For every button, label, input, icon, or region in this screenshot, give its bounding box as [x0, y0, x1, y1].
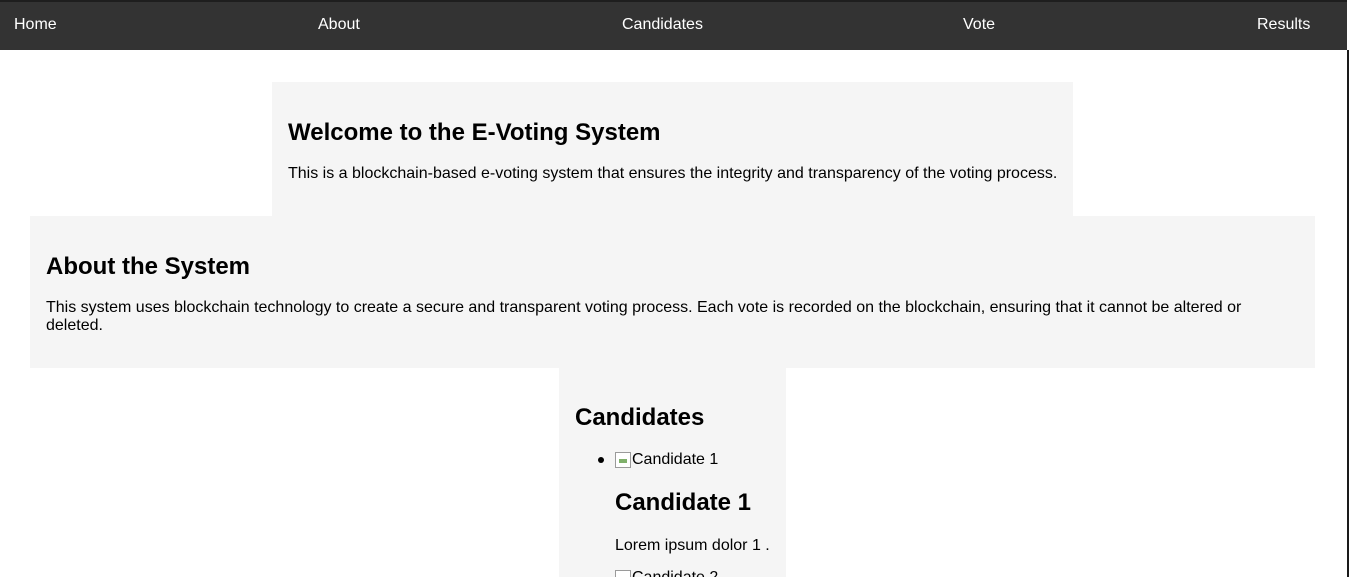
nav-candidates-link[interactable]: Candidates: [622, 16, 703, 34]
nav-vote-link[interactable]: Vote: [963, 16, 995, 34]
list-bullet: [598, 457, 604, 463]
candidate-1-name: Candidate 1: [615, 489, 752, 516]
broken-image-icon: [615, 452, 631, 468]
broken-image-icon: [615, 570, 631, 577]
candidate-1-image-alt: Candidate 1: [632, 451, 719, 468]
welcome-text: This is a blockchain-based e-voting syst…: [288, 165, 1058, 182]
candidate-2-image-alt: Candidate 2: [632, 569, 718, 577]
nav-home-link[interactable]: Home: [14, 16, 57, 34]
about-text: This system uses blockchain technology t…: [46, 299, 1242, 334]
about-section: About the System This system uses blockc…: [30, 216, 1315, 368]
candidates-section: Candidates Candidate 1 Candidate 1 Lorem…: [559, 368, 786, 577]
welcome-section: Welcome to the E-Voting System This is a…: [272, 82, 1073, 216]
candidate-1-description: Lorem ipsum dolor 1 .: [615, 537, 770, 554]
candidates-title: Candidates: [575, 404, 705, 431]
page-scrollbar[interactable]: [1347, 50, 1349, 577]
candidate-1-image: Candidate 1: [615, 451, 718, 469]
candidate-2-image: Candidate 2: [615, 569, 718, 577]
top-navbar: Home About Candidates Vote Results: [0, 0, 1347, 50]
nav-about-link[interactable]: About: [318, 16, 360, 34]
nav-results-link[interactable]: Results: [1257, 16, 1310, 34]
welcome-title: Welcome to the E-Voting System: [288, 119, 661, 146]
about-title: About the System: [46, 253, 251, 280]
